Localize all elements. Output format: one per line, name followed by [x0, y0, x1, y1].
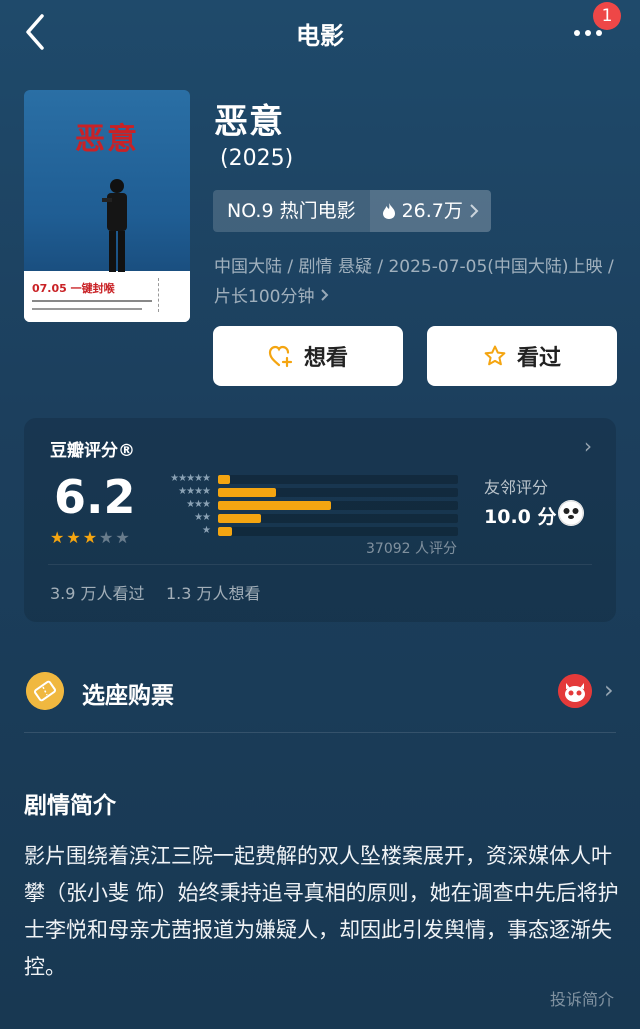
- movie-meta-text: 中国大陆 / 剧情 悬疑 / 2025-07-05(中国大陆)上映 / 片长10…: [214, 257, 614, 307]
- rank-label: NO.9 热门电影: [213, 190, 370, 232]
- want-to-watch-label: 想看: [303, 346, 348, 371]
- ticket-icon: [26, 672, 64, 710]
- star-filled-icon: ★: [66, 528, 81, 547]
- rating-bar-fill: [218, 488, 276, 497]
- friend-avatar[interactable]: [558, 500, 584, 526]
- star-empty-icon: ★: [115, 528, 130, 547]
- poster-title: 恶意: [75, 122, 139, 157]
- rating-score: 6.2: [54, 470, 136, 524]
- rating-bar-track: [218, 514, 458, 523]
- notification-badge: 1: [593, 2, 621, 30]
- rating-bar-fill: [218, 514, 261, 523]
- flame-icon: [382, 203, 395, 219]
- rating-bar-stars: ★★★★: [178, 486, 211, 497]
- rating-bar-fill: [218, 501, 331, 510]
- star-filled-icon: ★: [50, 528, 65, 547]
- divider: [24, 732, 616, 733]
- top-bar: 电影: [0, 0, 640, 64]
- star-outline-icon: [484, 345, 506, 366]
- heat-value: 26.7万: [401, 200, 463, 222]
- movie-title: 恶意: [214, 102, 284, 142]
- movie-poster[interactable]: 恶意 07.05 一键封喉: [24, 90, 190, 322]
- synopsis-heading: 剧情简介: [24, 793, 116, 819]
- rating-card[interactable]: 豆瓣评分® › 6.2 ★ ★ ★ ★ ★ ★★★★★ ★★★★ ★★★ ★★ ★ 37092 …: [24, 418, 616, 622]
- heart-plus-icon: [268, 345, 293, 368]
- wish-count: 1.3 万人想看: [166, 584, 261, 603]
- friend-rating-label: 友邻评分: [484, 478, 549, 497]
- want-to-watch-button[interactable]: 想看: [213, 326, 403, 386]
- chevron-right-icon: [321, 289, 329, 301]
- movie-year: (2025): [220, 146, 294, 171]
- rating-count: 37092 人评分: [366, 541, 457, 557]
- rating-bar-fill: [218, 475, 230, 484]
- buy-ticket-label: 选座购票: [82, 683, 174, 709]
- rating-bar-stars: ★: [202, 525, 211, 536]
- cat-eye-icon: [558, 674, 592, 708]
- rating-bar-fill: [218, 527, 232, 536]
- report-synopsis-link[interactable]: 投诉简介: [550, 986, 614, 1010]
- star-empty-icon: ★: [99, 528, 114, 547]
- poster-figure: [102, 179, 127, 281]
- watched-button[interactable]: 看过: [427, 326, 617, 386]
- chevron-right-icon: ›: [584, 434, 592, 458]
- movie-meta[interactable]: 中国大陆 / 剧情 悬疑 / 2025-07-05(中国大陆)上映 / 片长10…: [214, 252, 624, 312]
- rating-bar-stars: ★★: [194, 512, 211, 523]
- buy-ticket-row[interactable]: 选座购票 ›: [24, 660, 616, 722]
- chevron-right-icon: [470, 204, 479, 218]
- poster-date: 07.05 一键封喉: [32, 282, 115, 295]
- rank-chip[interactable]: NO.9 热门电影 26.7万: [213, 190, 491, 232]
- rating-bar-stars: ★★★: [186, 499, 211, 510]
- poster-credits: 07.05 一键封喉: [24, 272, 190, 322]
- heat-indicator: 26.7万: [369, 190, 491, 232]
- chevron-right-icon: ›: [604, 676, 614, 704]
- rating-bar-track: [218, 475, 458, 484]
- star-filled-icon: ★: [82, 528, 98, 547]
- synopsis-text: 影片围绕着滨江三院一起费解的双人坠楼案展开，资深媒体人叶攀（张小斐 饰）始终秉持…: [24, 844, 619, 979]
- rating-title: 豆瓣评分®: [50, 441, 135, 461]
- friend-rating-score: 10.0 分: [484, 506, 557, 528]
- rating-bar-track: [218, 488, 458, 497]
- watched-count: 3.9 万人看过: [50, 584, 145, 603]
- rating-bar-track: [218, 527, 458, 536]
- rating-stars: ★ ★ ★ ★ ★: [50, 530, 130, 546]
- page-title: 电影: [296, 22, 344, 50]
- watched-label: 看过: [516, 346, 561, 371]
- rating-bar-track: [218, 501, 458, 510]
- rating-bar-stars: ★★★★★: [170, 473, 211, 484]
